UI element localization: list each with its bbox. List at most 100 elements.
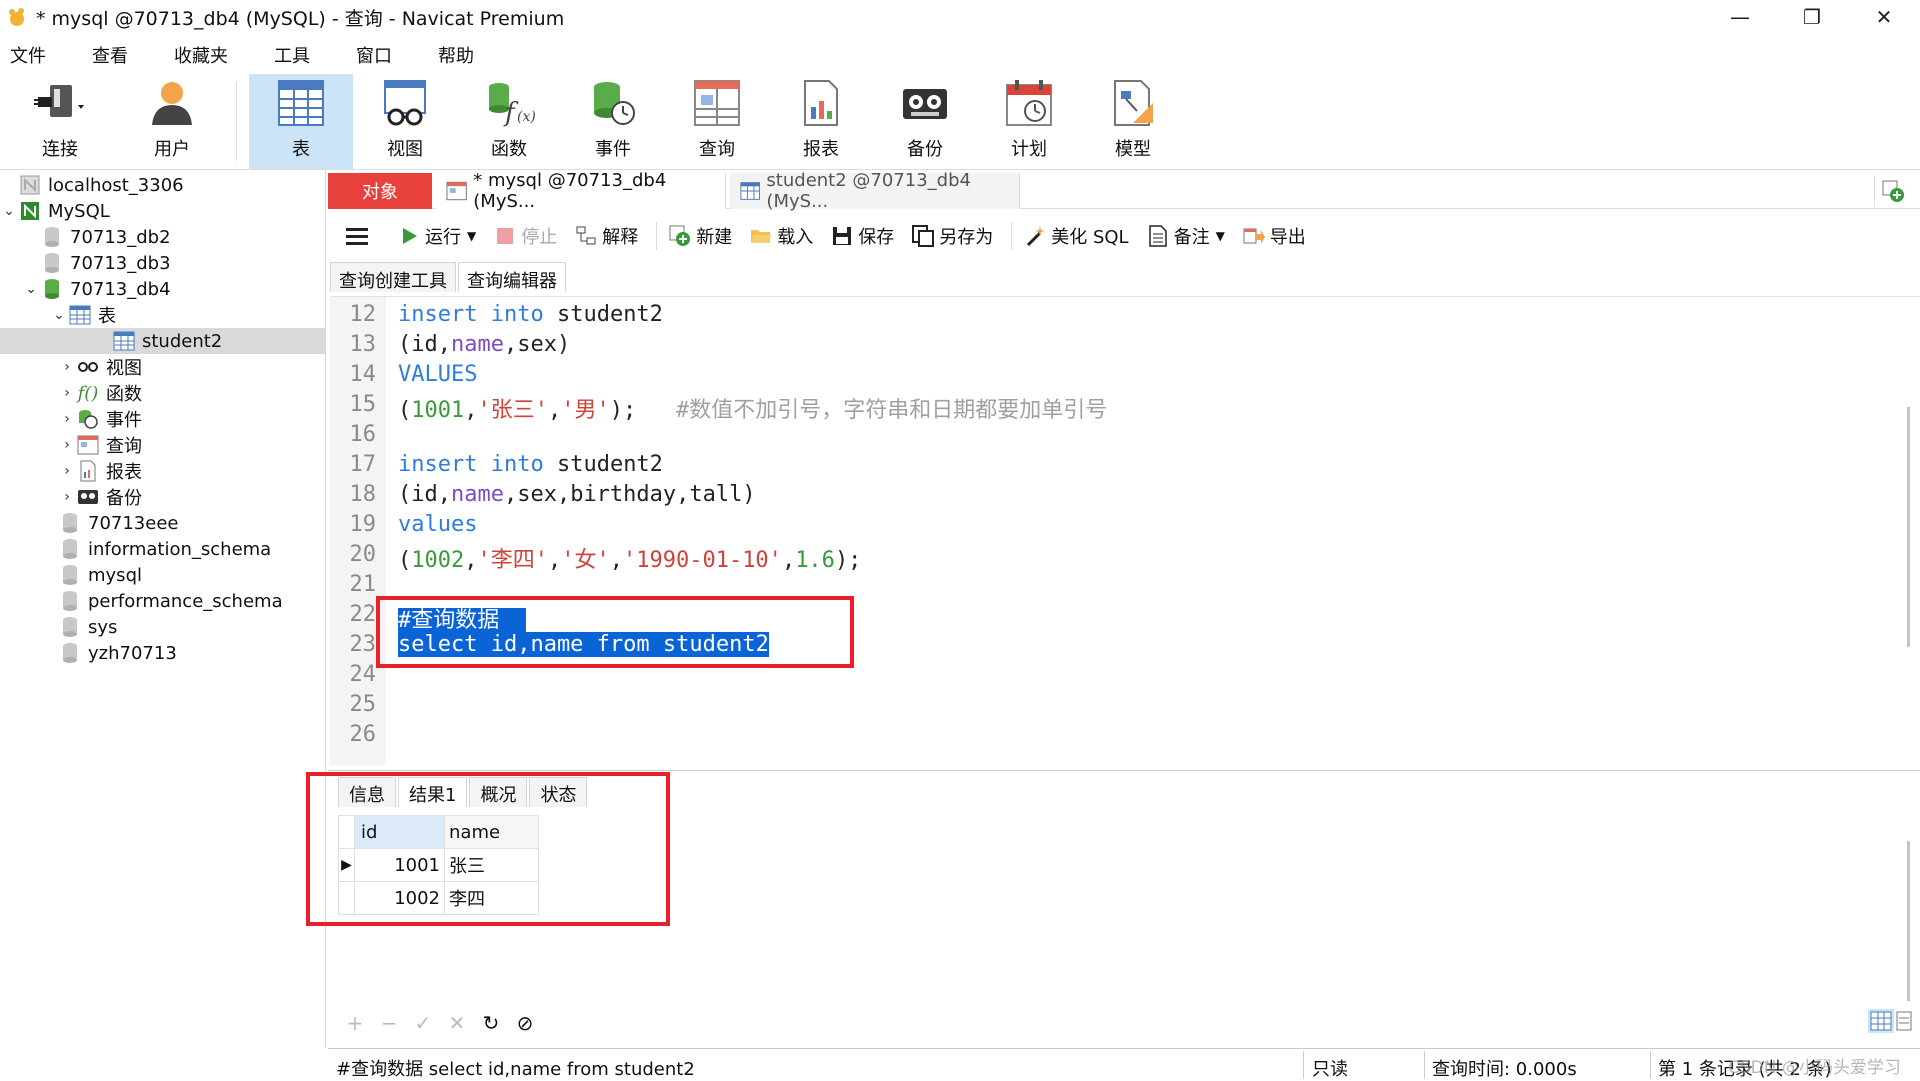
- status-divider: [1650, 1051, 1651, 1079]
- query-button[interactable]: 查询: [665, 74, 769, 169]
- discard-button[interactable]: ✕: [440, 1011, 474, 1035]
- connect-button[interactable]: 连接: [0, 74, 120, 169]
- minimize-button[interactable]: —: [1704, 0, 1776, 34]
- tree-label: information_schema: [88, 538, 272, 560]
- tree-item-student2[interactable]: student2: [0, 328, 326, 354]
- tree-item-db-active[interactable]: ⌄ 70713_db4: [0, 276, 326, 302]
- chevron-down-icon[interactable]: ⌄: [22, 281, 40, 297]
- tree-item-views[interactable]: › 视图: [0, 354, 326, 380]
- delete-record-button[interactable]: −: [372, 1011, 406, 1035]
- tree-item-localhost[interactable]: localhost_3306: [0, 172, 326, 198]
- save-as-button[interactable]: 另存为: [912, 223, 993, 249]
- user-button[interactable]: 用户: [120, 74, 224, 169]
- function-button[interactable]: f (x) 函数: [457, 74, 561, 169]
- tree-item-queries[interactable]: › 查询: [0, 432, 326, 458]
- tree-label: 70713eee: [88, 512, 179, 534]
- menu-favorites[interactable]: 收藏夹: [164, 42, 248, 68]
- editor-scrollbar[interactable]: [1907, 407, 1910, 647]
- run-button[interactable]: 运行 ▼: [398, 223, 476, 249]
- tree-label: 70713_db3: [70, 252, 171, 274]
- table-button[interactable]: 表: [249, 74, 353, 169]
- tree-item-db[interactable]: yzh70713: [0, 640, 326, 666]
- tree-item-db[interactable]: sys: [0, 614, 326, 640]
- schedule-button[interactable]: 计划: [977, 74, 1081, 169]
- sql-editor[interactable]: 12 13 14 15 16 17 18 19 20 21 22 23 24 2…: [330, 296, 1920, 765]
- save-button[interactable]: 保存: [831, 223, 894, 249]
- table-icon: [68, 304, 92, 326]
- beautify-sql-button[interactable]: 美化 SQL: [1024, 223, 1129, 249]
- refresh-button[interactable]: ↻: [474, 1011, 508, 1035]
- svg-text:(x): (x): [517, 109, 535, 125]
- view-button[interactable]: 视图: [353, 74, 457, 169]
- maximize-button[interactable]: ❐: [1776, 0, 1848, 34]
- tab-objects[interactable]: 对象: [328, 173, 432, 209]
- tree-item-backups[interactable]: › 备份: [0, 484, 326, 510]
- chevron-down-icon[interactable]: ⌄: [0, 203, 18, 219]
- menu-view[interactable]: 查看: [82, 42, 148, 68]
- tree-item-db[interactable]: 70713_db3: [0, 250, 326, 276]
- tree-item-tables[interactable]: ⌄ 表: [0, 302, 326, 328]
- tab-table[interactable]: student2 @70713_db4 (MyS...: [730, 170, 1020, 212]
- chevron-right-icon[interactable]: ›: [58, 489, 76, 505]
- database-icon: [40, 252, 64, 274]
- chevron-down-icon[interactable]: ⌄: [50, 307, 68, 323]
- explain-button[interactable]: 解释: [575, 223, 638, 249]
- save-as-icon: [912, 225, 935, 247]
- backup-button[interactable]: 备份: [873, 74, 977, 169]
- close-button[interactable]: ✕: [1848, 0, 1920, 34]
- new-button[interactable]: 新建: [669, 223, 732, 249]
- tree-item-events[interactable]: › 事件: [0, 406, 326, 432]
- menu-help[interactable]: 帮助: [428, 42, 494, 68]
- beautify-label: 美化 SQL: [1051, 227, 1129, 248]
- database-icon: [58, 564, 82, 586]
- tab-query-builder[interactable]: 查询创建工具: [330, 262, 456, 292]
- event-button[interactable]: 事件: [561, 74, 665, 169]
- tree-item-mysql[interactable]: ⌄ MySQL: [0, 198, 326, 224]
- line-number: 13: [349, 332, 377, 357]
- chevron-right-icon[interactable]: ›: [58, 437, 76, 453]
- database-icon: [58, 642, 82, 664]
- stop-refresh-button[interactable]: ⊘: [508, 1011, 542, 1035]
- function-icon: f(): [77, 382, 99, 404]
- hamburger-menu-button[interactable]: [346, 226, 368, 246]
- stop-button[interactable]: 停止: [494, 223, 557, 249]
- menu-window[interactable]: 窗口: [346, 42, 412, 68]
- add-record-button[interactable]: +: [338, 1011, 372, 1035]
- tree-item-reports[interactable]: › 报表: [0, 458, 326, 484]
- tree-item-db[interactable]: performance_schema: [0, 588, 326, 614]
- export-button[interactable]: 导出: [1243, 223, 1306, 249]
- tree-item-db[interactable]: mysql: [0, 562, 326, 588]
- calendar-icon: [1001, 75, 1057, 131]
- tree-item-db[interactable]: 70713_db2: [0, 224, 326, 250]
- view-label: 视图: [387, 139, 423, 160]
- tree-item-db[interactable]: information_schema: [0, 536, 326, 562]
- sql-text: ,: [547, 548, 562, 573]
- load-button[interactable]: 载入: [750, 223, 813, 249]
- sql-keyword: VALUES: [398, 362, 478, 387]
- chevron-right-icon[interactable]: ›: [58, 463, 76, 479]
- grid-view-icon[interactable]: [1868, 1009, 1894, 1033]
- new-tab-button[interactable]: [1874, 175, 1910, 207]
- tree-item-functions[interactable]: › f() 函数: [0, 380, 326, 406]
- tab-query-editor[interactable]: 查询编辑器: [458, 262, 566, 292]
- apply-button[interactable]: ✓: [406, 1011, 440, 1035]
- tab-query[interactable]: * mysql @70713_db4 (MyS...: [436, 170, 726, 212]
- sql-keyword: insert: [398, 452, 478, 477]
- form-view-icon[interactable]: [1894, 1009, 1914, 1033]
- model-button[interactable]: 模型: [1081, 74, 1185, 169]
- chevron-right-icon[interactable]: ›: [58, 385, 76, 401]
- sql-text: ,: [609, 548, 623, 573]
- report-button[interactable]: 报表: [769, 74, 873, 169]
- chevron-right-icon[interactable]: ›: [58, 411, 76, 427]
- tree-label: mysql: [88, 564, 142, 586]
- model-icon: [1105, 75, 1161, 131]
- caret-down-icon[interactable]: ▼: [467, 229, 476, 243]
- comment-button[interactable]: 备注 ▼: [1147, 223, 1225, 249]
- event-icon: [76, 408, 100, 430]
- menu-file[interactable]: 文件: [0, 42, 66, 68]
- tree-item-db[interactable]: 70713eee: [0, 510, 326, 536]
- chevron-right-icon[interactable]: ›: [58, 359, 76, 375]
- menu-tools[interactable]: 工具: [264, 42, 330, 68]
- caret-down-icon[interactable]: ▼: [1216, 229, 1225, 243]
- result-scrollbar[interactable]: [1907, 841, 1910, 1001]
